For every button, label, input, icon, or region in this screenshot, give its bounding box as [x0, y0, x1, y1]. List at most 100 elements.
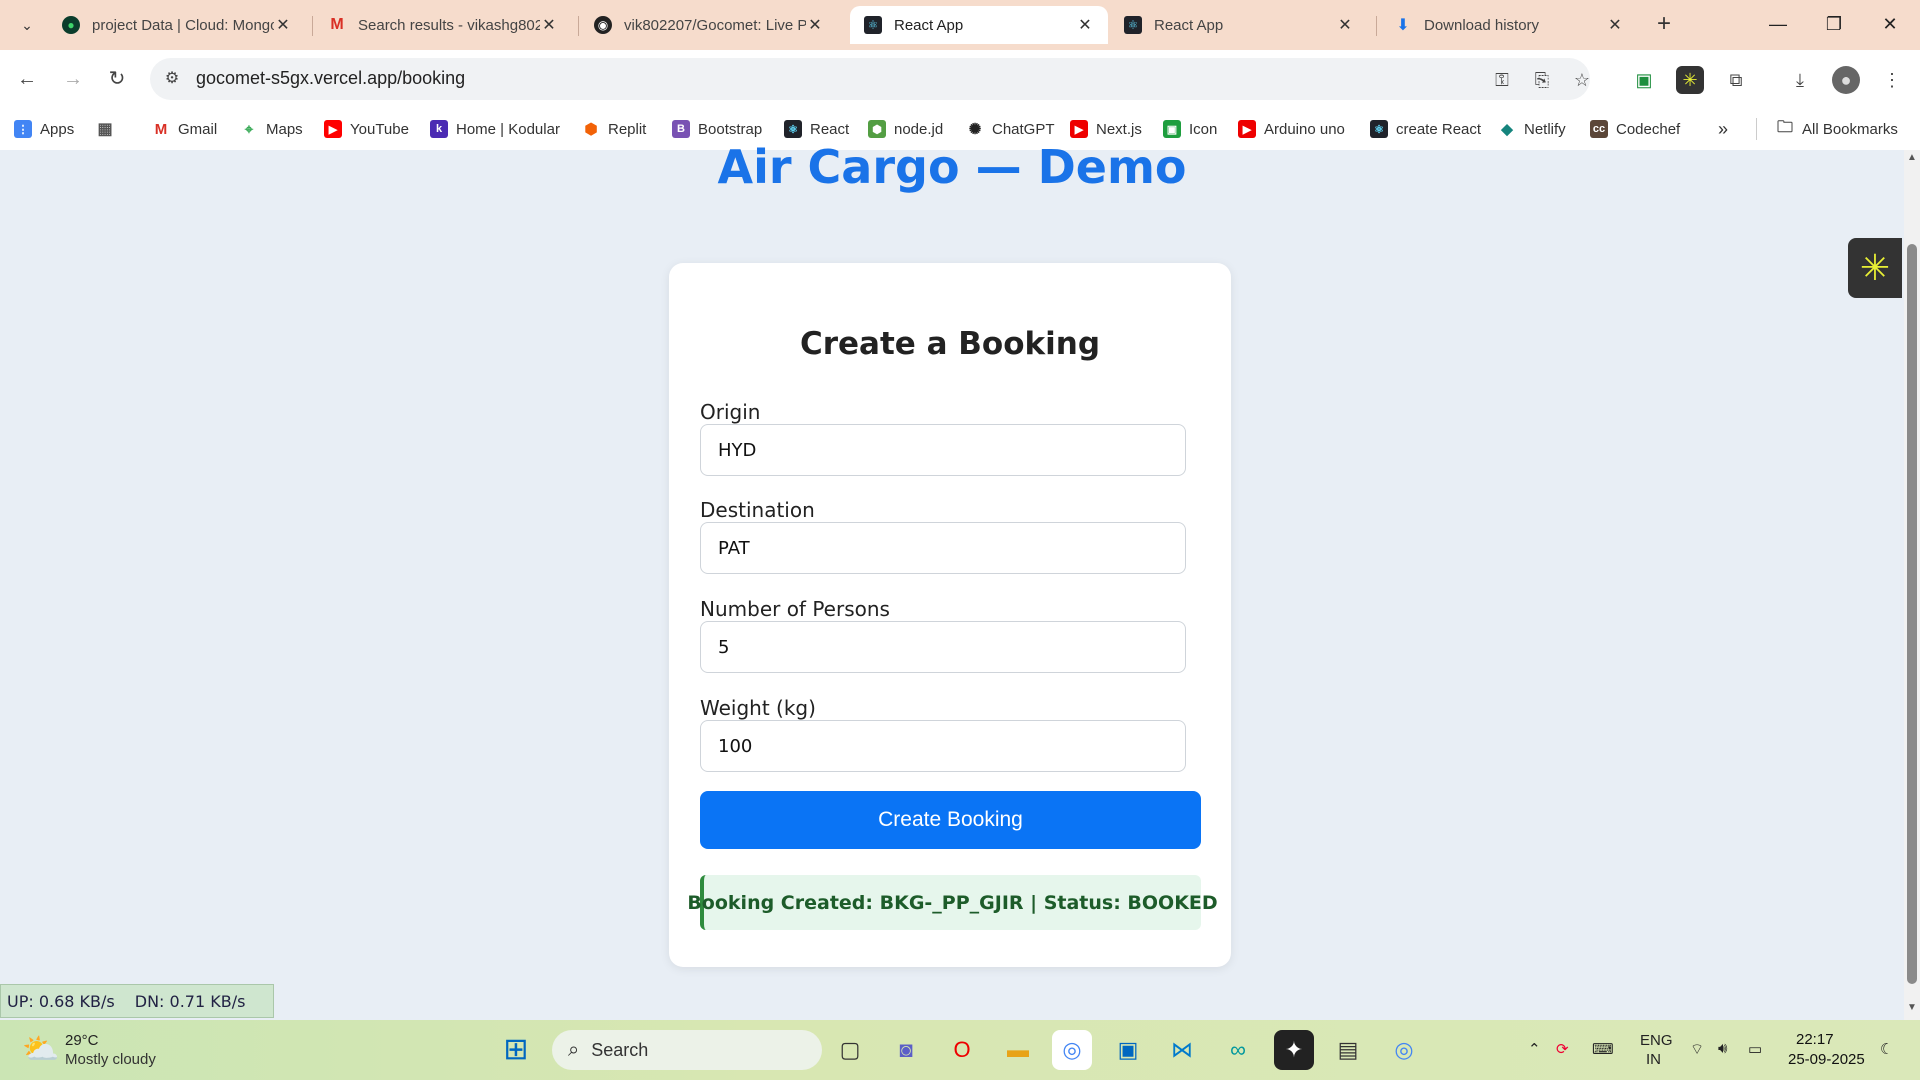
password-key-icon[interactable]: ⚿ [1488, 66, 1516, 94]
close-icon[interactable]: ✕ [1076, 15, 1094, 35]
vscode-icon[interactable]: ⋈ [1162, 1030, 1202, 1070]
scroll-down-arrow-icon[interactable]: ▼ [1904, 1002, 1920, 1018]
gmail-icon: M [152, 120, 170, 138]
tab-react-app[interactable]: ⚛ React App ✕ [1110, 6, 1368, 44]
battery-icon[interactable]: ▭ [1748, 1040, 1762, 1058]
wifi-icon[interactable]: ⌔ [1690, 1040, 1704, 1059]
tab-divider [578, 16, 579, 36]
bookmark-label: Gmail [178, 120, 218, 138]
search-label: Search [591, 1039, 649, 1060]
microsoft-store-icon[interactable]: ▣ [1108, 1030, 1148, 1070]
react-icon: ⚛ [784, 120, 802, 138]
tray-chevron-up-icon[interactable]: ⌃ [1528, 1040, 1541, 1058]
destination-label: Destination [700, 498, 815, 522]
tab-download-history[interactable]: ⬇ Download history ✕ [1380, 6, 1638, 44]
task-view-icon[interactable]: ▢ [830, 1030, 870, 1070]
replit-icon: ⬢ [582, 120, 600, 138]
page-title: Air Cargo — Demo [717, 140, 1187, 194]
github-icon: ◉ [594, 16, 612, 34]
language-bottom[interactable]: IN [1646, 1051, 1661, 1068]
notification-bell-icon[interactable]: ☾ [1880, 1040, 1893, 1058]
file-explorer-folder-icon[interactable]: ▬ [998, 1030, 1038, 1070]
back-arrow-icon[interactable]: ← [12, 64, 42, 94]
volume-icon[interactable]: 🔊︎ [1718, 1040, 1727, 1057]
new-tab-plus-icon[interactable]: + [1650, 10, 1678, 38]
bookmark-label: Arduino uno [1264, 120, 1345, 138]
minimize-icon[interactable]: — [1756, 8, 1800, 40]
search-icon: ⌕ [568, 1038, 580, 1061]
react-icon: ⚛ [1370, 120, 1388, 138]
weather-cloud-icon[interactable]: ⛅ [22, 1032, 59, 1067]
origin-input[interactable] [700, 424, 1186, 476]
folder-icon: 🗀 [1776, 119, 1794, 138]
weather-temperature: 29°C [65, 1032, 99, 1049]
chrome-profile-icon[interactable]: ◎ [1384, 1030, 1424, 1070]
download-icon: ⬇ [1396, 17, 1410, 34]
persons-label: Number of Persons [700, 597, 890, 621]
forward-arrow-icon[interactable]: → [58, 64, 88, 94]
downloads-icon[interactable]: ⤓ [1786, 66, 1814, 94]
app-icon[interactable]: ▤ [1328, 1030, 1368, 1070]
floating-extension-asterisk-icon[interactable]: ✳ [1848, 238, 1902, 298]
windows-start-icon[interactable]: ⊞ [496, 1030, 536, 1070]
url-text[interactable]: gocomet-s5gx.vercel.app/booking [196, 68, 465, 89]
weight-input[interactable] [700, 720, 1186, 772]
weight-label: Weight (kg) [700, 696, 816, 720]
grid-icon: ▦ [96, 120, 114, 138]
restore-icon[interactable]: ❐ [1812, 8, 1856, 40]
create-booking-button[interactable]: Create Booking [700, 791, 1201, 849]
keyboard-icon[interactable]: ⌨ [1592, 1040, 1614, 1058]
taskbar-search-box[interactable]: ⌕ Search [552, 1030, 822, 1070]
tab-github[interactable]: ◉ vik802207/Gocomet: Live Project ✕ [580, 6, 838, 44]
close-icon[interactable]: ✕ [1606, 15, 1624, 35]
react-icon: ⚛ [864, 16, 882, 34]
arduino-icon[interactable]: ∞ [1218, 1030, 1258, 1070]
close-icon[interactable]: ✕ [806, 15, 824, 35]
gmail-icon: M [330, 16, 344, 33]
opera-icon[interactable]: O [942, 1030, 982, 1070]
reload-icon[interactable]: ↻ [102, 64, 132, 94]
youtube-icon: ▶ [324, 120, 342, 138]
chrome-icon[interactable]: ◎ [1052, 1030, 1092, 1070]
bookmark-star-icon[interactable]: ☆ [1568, 66, 1596, 94]
language-top[interactable]: ENG [1640, 1032, 1673, 1049]
scrollbar-thumb[interactable] [1907, 244, 1917, 984]
bookmark-label: Icon [1189, 120, 1218, 138]
clock-date[interactable]: 25-09-2025 [1788, 1051, 1865, 1068]
tab-search-chevron-icon[interactable]: ⌄ [14, 12, 40, 38]
tab-gmail-search[interactable]: M Search results - vikashg802 ✕ [314, 6, 572, 44]
sync-icon[interactable]: ⟳ [1556, 1040, 1569, 1058]
persons-input[interactable] [700, 621, 1186, 673]
bookmark-label: Home | Kodular [456, 120, 560, 138]
extension-asterisk-icon[interactable]: ✳ [1676, 66, 1704, 94]
profile-avatar-icon[interactable]: ● [1832, 66, 1860, 94]
bookmark-label: ChatGPT [992, 120, 1055, 138]
menu-kebab-icon[interactable]: ⋮ [1878, 66, 1906, 94]
figma-icon[interactable]: ✦ [1274, 1030, 1314, 1070]
booking-result-message: Booking Created: BKG-_PP_GJIR | Status: … [687, 875, 1218, 930]
bookmark-label: node.jd [894, 120, 944, 138]
close-icon[interactable]: ✕ [274, 15, 292, 35]
tab-react-app-active[interactable]: ⚛ React App ✕ [850, 6, 1108, 44]
close-icon[interactable]: ✕ [1336, 15, 1354, 35]
react-icon: ⚛ [1124, 16, 1142, 34]
card-title: Create a Booking [799, 326, 1101, 362]
destination-input[interactable] [700, 522, 1186, 574]
chat-icon[interactable]: ◙ [886, 1030, 926, 1070]
scroll-up-arrow-icon[interactable]: ▲ [1904, 152, 1920, 168]
booking-id: BKG-_PP_GJIR [879, 891, 1024, 914]
extension-green-icon[interactable]: ▣ [1630, 66, 1658, 94]
window-close-icon[interactable]: ✕ [1868, 8, 1912, 40]
close-icon[interactable]: ✕ [540, 15, 558, 35]
tab-mongodb[interactable]: ● project Data | Cloud: MongoDB ✕ [48, 6, 306, 44]
site-info-icon[interactable]: ⚙ [160, 67, 184, 91]
result-prefix: Booking Created: [687, 891, 880, 914]
bookmark-label: Bootstrap [698, 120, 763, 138]
extensions-puzzle-icon[interactable]: ⧉ [1722, 66, 1750, 94]
bookmark-label: Netlify [1524, 120, 1566, 138]
apps-grid-icon: ⋮ [14, 120, 32, 138]
weather-description: Mostly cloudy [65, 1051, 156, 1068]
install-app-icon[interactable]: ⎘ [1528, 66, 1556, 94]
tab-label: Download history [1424, 16, 1540, 34]
clock-time[interactable]: 22:17 [1796, 1031, 1834, 1048]
